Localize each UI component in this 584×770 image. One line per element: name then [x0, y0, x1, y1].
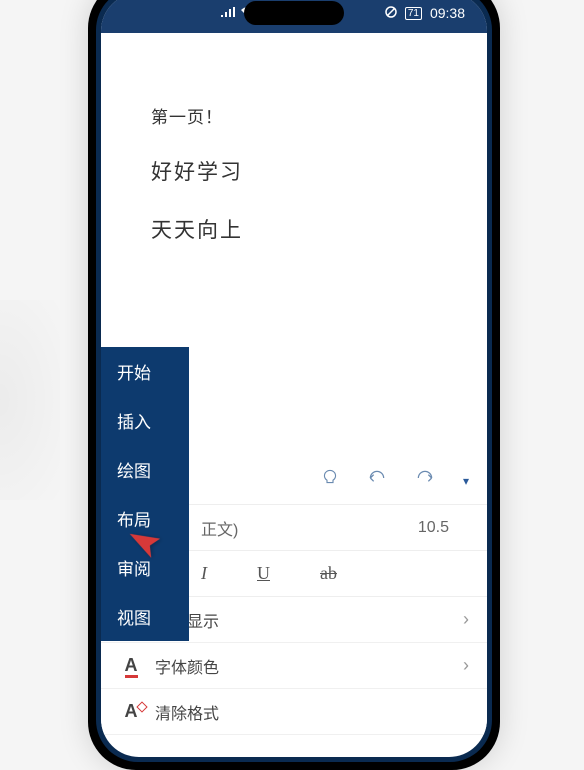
chevron-right-icon: ›: [463, 655, 469, 676]
chevron-right-icon: ›: [463, 609, 469, 630]
underline-button[interactable]: U: [257, 563, 270, 584]
document-canvas[interactable]: 第一页！ 好好学习 天天向上: [101, 33, 487, 349]
strikethrough-button[interactable]: ab: [320, 563, 337, 584]
doc-line-1[interactable]: 第一页！: [151, 103, 447, 128]
doc-line-3[interactable]: 天天向上: [151, 214, 447, 244]
font-color-label: 字体颜色: [155, 654, 451, 678]
font-size[interactable]: 10.5: [418, 519, 449, 537]
doc-line-2[interactable]: 好好学习: [151, 156, 447, 186]
signal-icon: [221, 7, 235, 20]
font-color-icon: A: [119, 656, 143, 676]
clock: 09:38: [430, 5, 465, 21]
clear-format-option[interactable]: A 清除格式: [101, 689, 487, 735]
clear-format-icon: A: [119, 701, 143, 722]
tab-insert[interactable]: 插入: [101, 396, 189, 445]
lightbulb-icon[interactable]: [321, 469, 339, 492]
dnd-icon: [385, 6, 397, 21]
font-name[interactable]: 正文): [201, 516, 418, 540]
italic-button[interactable]: I: [201, 563, 207, 584]
tab-draw[interactable]: 绘图: [101, 445, 189, 494]
battery-icon: 71: [405, 7, 422, 20]
ribbon-tab-menu[interactable]: 开始 插入 绘图 布局 审阅 视图: [101, 347, 189, 641]
phone-notch: [244, 1, 344, 25]
font-color-option[interactable]: A 字体颜色 ›: [101, 643, 487, 689]
tab-view[interactable]: 视图: [101, 592, 189, 641]
clear-format-label: 清除格式: [155, 700, 469, 724]
collapse-toolbar-icon[interactable]: ▾: [463, 474, 469, 488]
phone-frame: 58.7 K/s 71 09:38 第一页！ 好好学习: [88, 0, 500, 770]
highlight-label: 突出显示: [155, 608, 451, 632]
redo-icon[interactable]: [415, 470, 435, 491]
undo-icon[interactable]: [367, 470, 387, 491]
tab-home[interactable]: 开始: [101, 347, 189, 396]
